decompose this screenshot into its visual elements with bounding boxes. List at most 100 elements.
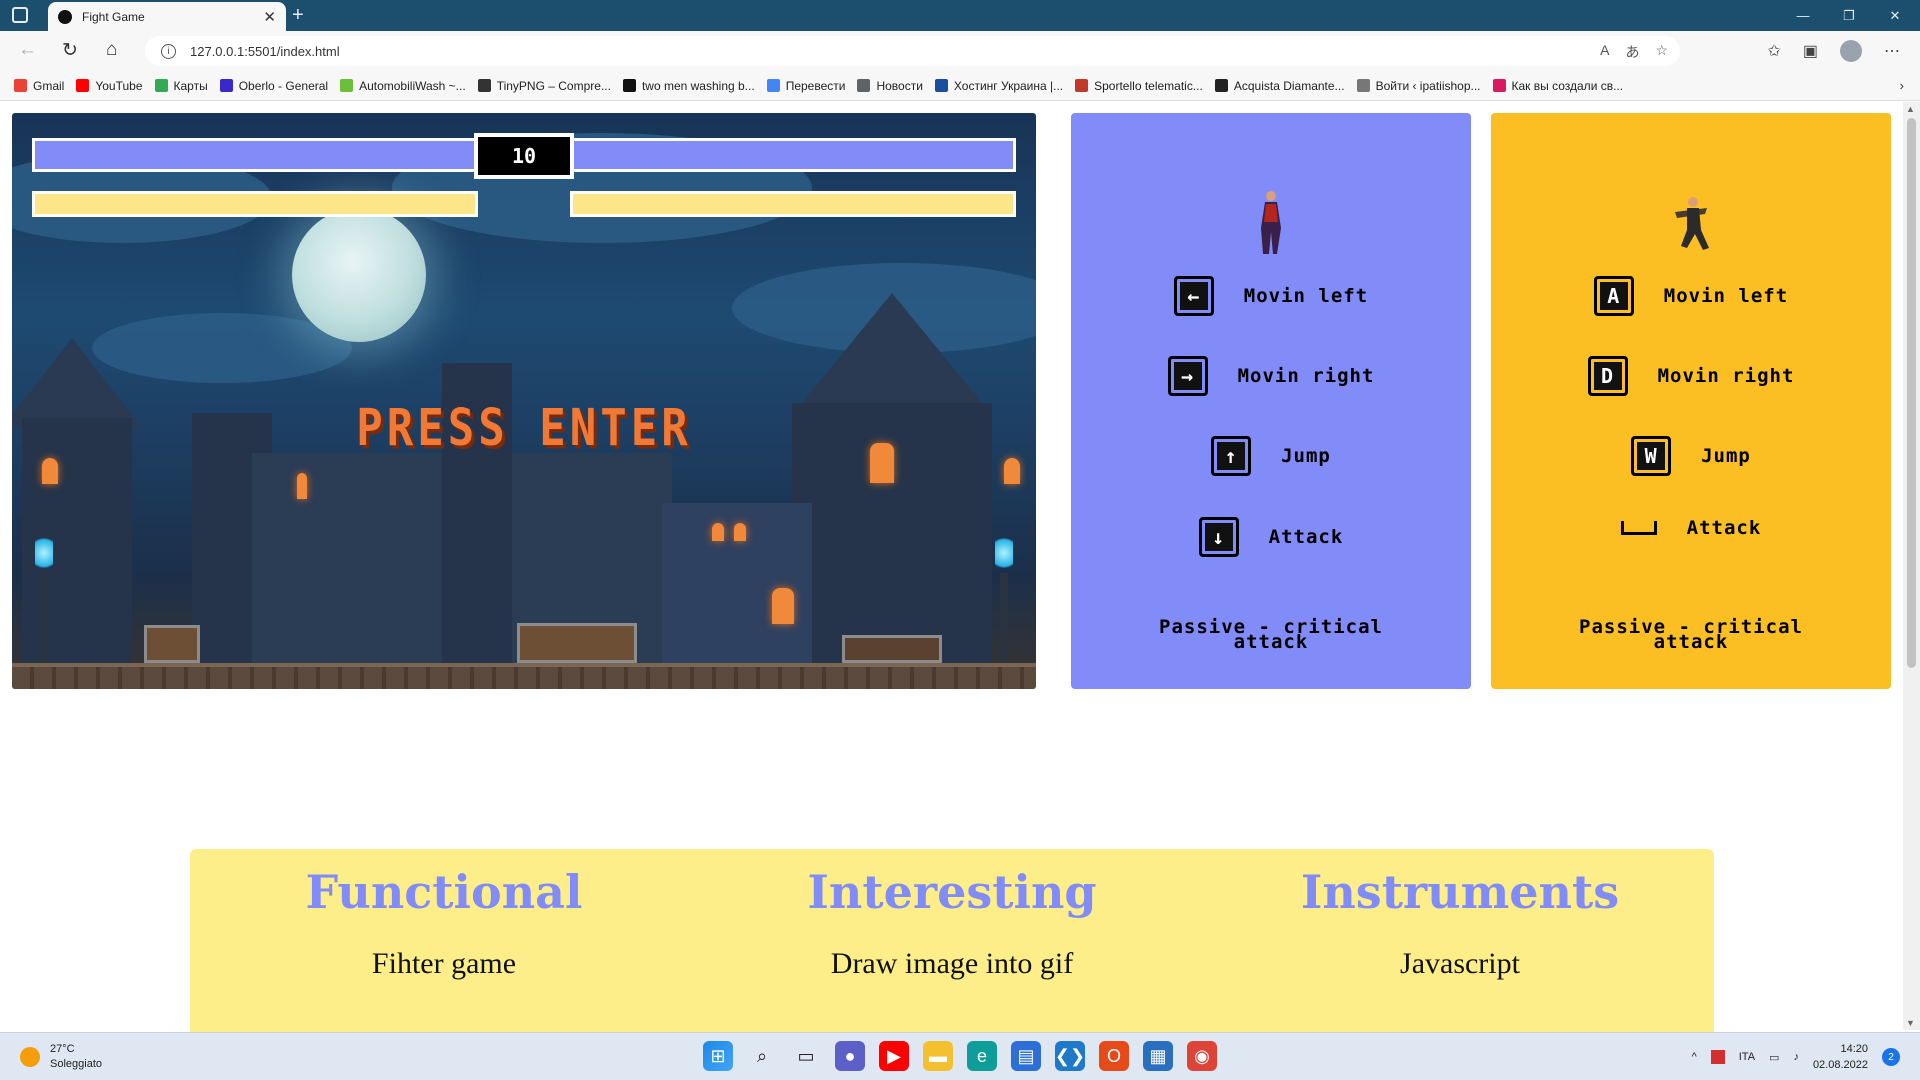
file-explorer-icon[interactable]: ▬ (923, 1041, 953, 1071)
bookmark-favicon-icon (1492, 79, 1506, 92)
chrome-icon[interactable]: ◉ (1187, 1041, 1217, 1071)
bookmark-favicon-icon (1075, 79, 1089, 92)
bookmark-favicon-icon (477, 79, 491, 92)
key-icon: → (1167, 356, 1208, 396)
address-bar[interactable]: i 127.0.0.1:5501/index.html A あ ☆ (145, 36, 1680, 66)
control-row: ↓ Attack (1071, 517, 1471, 557)
scroll-down-icon[interactable]: ▼ (1906, 1018, 1915, 1028)
bookmark-item[interactable]: YouTube (76, 79, 143, 93)
bookmark-favicon-icon (340, 79, 354, 92)
bookmark-favicon-icon (14, 79, 27, 92)
home-icon[interactable]: ⌂ (106, 39, 117, 61)
bookmark-item[interactable]: Карты (154, 78, 208, 93)
control-row: A Movin left (1491, 276, 1891, 316)
edge-browser-icon[interactable]: e (967, 1041, 997, 1071)
refresh-icon[interactable]: ↻ (62, 39, 78, 62)
sun-icon (20, 1047, 40, 1067)
language-indicator[interactable]: ITA (1739, 1051, 1755, 1063)
url-text: 127.0.0.1:5501/index.html (190, 43, 340, 59)
bookmark-item[interactable]: Перевести (766, 79, 845, 93)
info-heading: Functional (305, 865, 583, 919)
store-icon[interactable]: ▤ (1011, 1041, 1041, 1071)
chat-icon[interactable]: ● (835, 1041, 865, 1071)
bookmark-item[interactable]: Oberlo - General (219, 79, 328, 93)
key-icon: D (1587, 356, 1628, 396)
app-icon[interactable]: ▦ (1143, 1041, 1173, 1071)
bookmark-item[interactable]: Новости (857, 79, 923, 93)
favorites-icon[interactable]: ✩ (1767, 41, 1780, 61)
close-window-icon[interactable]: ✕ (1872, 0, 1918, 31)
bookmark-item[interactable]: Sportello telematic... (1075, 79, 1203, 93)
bookmark-item[interactable]: Хостинг Украина |... (934, 78, 1064, 93)
clock-time: 14:20 (1840, 1043, 1868, 1055)
clock[interactable]: 14:20 02.08.2022 (1813, 1041, 1868, 1073)
control-label: Jump (1701, 445, 1751, 467)
back-icon[interactable]: ← (18, 39, 37, 61)
menu-icon[interactable]: ⋯ (1884, 41, 1900, 61)
close-tab-icon[interactable]: ✕ (263, 8, 276, 26)
key-icon: ↓ (1198, 517, 1239, 557)
control-label: Movin left (1243, 285, 1369, 307)
collections-icon[interactable]: ▣ (1803, 41, 1818, 61)
page-scrollbar[interactable]: ▲ ▼ (1903, 102, 1920, 1030)
notifications-badge[interactable]: 2 (1882, 1048, 1900, 1066)
windows-taskbar: 27°C Soleggiato ⊞ ⌕ ▭ ● ▶ ▬ e ▤ ❮❯ O ▦ ◉… (0, 1032, 1920, 1080)
bookmark-item[interactable]: Войти ‹ ipatiishop... (1356, 79, 1481, 93)
moon (292, 208, 426, 342)
player2-controls-panel: A Movin left D Movin right W Jump Attack Passi… (1491, 113, 1891, 689)
scroll-thumb[interactable] (1907, 118, 1916, 668)
favicon-icon (58, 9, 72, 24)
info-column-interesting: Interesting Draw image into gif (698, 865, 1206, 981)
bookmark-label: Карты (173, 78, 208, 93)
scroll-up-icon[interactable]: ▲ (1906, 104, 1915, 114)
bookmark-label: Хостинг Украина |... (953, 78, 1064, 93)
player2-health-bar (570, 138, 1016, 172)
minimize-icon[interactable]: — (1780, 0, 1826, 31)
bookmark-item[interactable]: Acquista Diamante... (1214, 78, 1345, 93)
bookmark-label: Acquista Diamante... (1233, 78, 1345, 93)
read-aloud-icon[interactable]: A (1600, 42, 1609, 62)
bookmark-item[interactable]: AutomobiliWash ~... (340, 79, 466, 93)
bookmark-label: TinyPNG – Compre... (496, 78, 611, 93)
info-section: Functional Fihter game Interesting Draw … (190, 849, 1714, 1032)
vscode-icon[interactable]: ❮❯ (1055, 1041, 1085, 1071)
player1-stamina-bar (32, 191, 478, 217)
info-text: Fihter game (371, 947, 517, 980)
bookmarks-overflow-icon[interactable]: › (1900, 78, 1904, 93)
site-info-icon[interactable]: i (161, 43, 176, 59)
start-icon[interactable]: ⊞ (703, 1041, 733, 1071)
game-canvas[interactable]: 10 PRESS ENTER (12, 113, 1036, 689)
bookmarks-bar: Gmail YouTube Карты Oberlo - General Automob… (0, 71, 1920, 101)
network-icon[interactable]: ▭ (1769, 1051, 1779, 1064)
bookmark-item[interactable]: two men washing b... (622, 79, 755, 93)
translate-icon[interactable]: あ (1625, 42, 1639, 62)
search-icon[interactable]: ⌕ (747, 1041, 777, 1071)
profile-avatar[interactable] (1840, 40, 1862, 62)
office-icon[interactable]: O (1099, 1041, 1129, 1071)
player1-controls-panel: ← Movin left → Movin right ↑ Jump ↓ Attack Pass… (1071, 113, 1471, 689)
new-tab-icon[interactable]: + (292, 4, 304, 27)
tray-overflow-icon[interactable]: ^ (1692, 1051, 1697, 1063)
antivirus-icon[interactable] (1710, 1050, 1725, 1064)
key-icon: ← (1173, 276, 1214, 316)
bookmark-item[interactable]: Как вы создали св... (1492, 79, 1623, 93)
control-row: ↑ Jump (1071, 436, 1471, 476)
volume-icon[interactable]: ♪ (1793, 1051, 1799, 1063)
tab-actions-icon[interactable] (12, 7, 28, 23)
bookmark-item[interactable]: Gmail (14, 79, 64, 93)
task-view-icon[interactable]: ▭ (791, 1041, 821, 1071)
temperature: 27°C (50, 1043, 75, 1055)
press-enter-text: PRESS ENTER (356, 399, 692, 458)
weather-widget[interactable]: 27°C Soleggiato (20, 1042, 102, 1072)
info-text: Javascript (1400, 947, 1520, 980)
control-label: Movin right (1237, 365, 1375, 387)
restore-icon[interactable]: ❐ (1826, 0, 1872, 31)
weather-condition: Soleggiato (50, 1058, 102, 1070)
control-label: Jump (1281, 445, 1331, 467)
tab-fight-game[interactable]: Fight Game ✕ (48, 2, 286, 31)
control-label: Movin left (1663, 285, 1789, 307)
add-favorite-icon[interactable]: ☆ (1655, 42, 1668, 62)
bookmark-item[interactable]: TinyPNG – Compre... (477, 78, 611, 93)
ground (12, 663, 1036, 689)
youtube-app-icon[interactable]: ▶ (879, 1041, 909, 1071)
